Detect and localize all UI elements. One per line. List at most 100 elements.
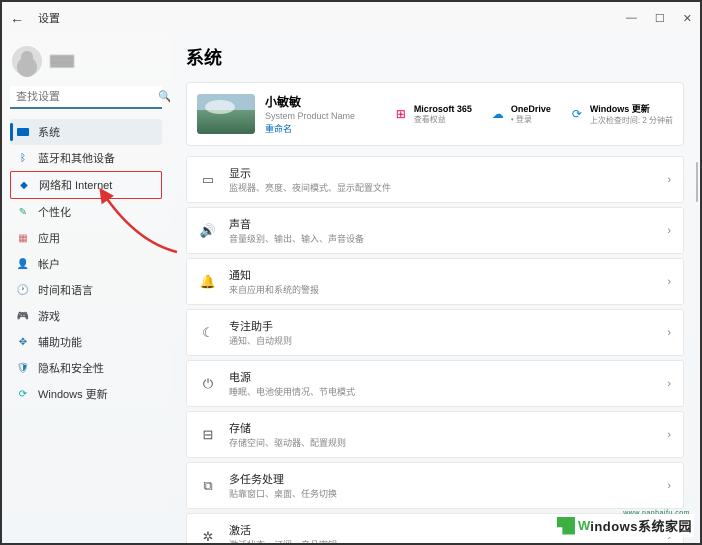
sound-icon: 🔊 <box>199 222 217 240</box>
chevron-right-icon: › <box>667 276 671 288</box>
search-box[interactable]: 🔍 <box>10 86 162 109</box>
setting-desc: 监视器、亮度、夜间模式、显示配置文件 <box>229 181 655 194</box>
microsoft-365-link[interactable]: ⊞ Microsoft 365查看权益 <box>393 102 472 126</box>
update-icon: ⟳ <box>16 387 30 401</box>
chevron-right-icon: › <box>667 429 671 441</box>
sidebar-item-label: 系统 <box>38 124 60 140</box>
onedrive-link[interactable]: ☁ OneDrive• 登录 <box>490 102 551 126</box>
ms365-icon: ⊞ <box>393 106 409 122</box>
sidebar-item-label: 游戏 <box>38 308 60 324</box>
privacy-icon: 🛡 <box>16 361 30 375</box>
multitasking-icon: ⧉ <box>199 477 217 495</box>
user-name: ▓▓▓ <box>50 55 74 67</box>
avatar <box>12 46 42 76</box>
sidebar-item-label: 时间和语言 <box>38 282 93 298</box>
setting-title: 存储 <box>229 420 655 436</box>
back-button[interactable]: ← <box>10 10 34 26</box>
sidebar-item-label: Windows 更新 <box>38 386 108 402</box>
setting-desc: 睡眠、电池使用情况、节电模式 <box>229 385 655 398</box>
accounts-icon: 👤 <box>16 257 30 271</box>
gaming-icon: 🎮 <box>16 309 30 323</box>
setting-title: 通知 <box>229 267 655 283</box>
sidebar-item-label: 辅助功能 <box>38 334 82 350</box>
onedrive-icon: ☁ <box>490 106 506 122</box>
sidebar-item-label: 网络和 Internet <box>39 177 112 193</box>
setting-row-display[interactable]: ▭ 显示监视器、亮度、夜间模式、显示配置文件 › <box>186 156 684 203</box>
rename-link[interactable]: 重命名 <box>265 122 375 135</box>
window-title: 设置 <box>38 10 60 26</box>
network-icon: ◆ <box>17 178 31 192</box>
maximize-button[interactable]: ☐ <box>655 12 665 25</box>
scrollbar[interactable] <box>696 162 698 202</box>
time-icon: 🕐 <box>16 283 30 297</box>
power-icon: ⏻ <box>199 375 217 393</box>
setting-row-sound[interactable]: 🔊 声音音量级别、输出、输入、声音设备 › <box>186 207 684 254</box>
update-icon: ⟳ <box>569 106 585 122</box>
setting-desc: 存储空间、驱动器、配置规则 <box>229 436 655 449</box>
personalization-icon: ✎ <box>16 205 30 219</box>
setting-title: 多任务处理 <box>229 471 655 487</box>
main-content: 系统 小敏敏 System Product Name 重命名 ⊞ Microso… <box>170 34 700 543</box>
watermark-logo-icon <box>557 517 575 535</box>
search-input[interactable] <box>16 91 158 103</box>
setting-row-storage[interactable]: ⊟ 存储存储空间、驱动器、配置规则 › <box>186 411 684 458</box>
setting-title: 声音 <box>229 216 655 232</box>
user-profile[interactable]: ▓▓▓ <box>10 42 162 86</box>
setting-title: 电源 <box>229 369 655 385</box>
sidebar-item-network[interactable]: ◆ 网络和 Internet <box>10 171 162 199</box>
setting-desc: 音量级别、输出、输入、声音设备 <box>229 232 655 245</box>
desktop-thumbnail <box>197 94 255 134</box>
watermark: Windows系统家园 <box>557 514 694 537</box>
sidebar-item-system[interactable]: 系统 <box>10 119 162 145</box>
storage-icon: ⊟ <box>199 426 217 444</box>
setting-row-power[interactable]: ⏻ 电源睡眠、电池使用情况、节电模式 › <box>186 360 684 407</box>
setting-title: 专注助手 <box>229 318 655 334</box>
bluetooth-icon: ᛒ <box>16 151 30 165</box>
device-header: 小敏敏 System Product Name 重命名 ⊞ Microsoft … <box>186 82 684 146</box>
sidebar-item-accessibility[interactable]: ✥ 辅助功能 <box>10 329 162 355</box>
setting-row-multitasking[interactable]: ⧉ 多任务处理贴靠窗口、桌面、任务切换 › <box>186 462 684 509</box>
setting-title: 显示 <box>229 165 655 181</box>
watermark-text: indows系统家园 <box>590 516 692 535</box>
chevron-right-icon: › <box>667 378 671 390</box>
watermark-brand: W <box>578 518 590 533</box>
sidebar-item-time-language[interactable]: 🕐 时间和语言 <box>10 277 162 303</box>
accessibility-icon: ✥ <box>16 335 30 349</box>
sidebar-item-label: 个性化 <box>38 204 71 220</box>
system-icon <box>16 125 30 139</box>
page-title: 系统 <box>186 44 684 70</box>
windows-update-link[interactable]: ⟳ Windows 更新上次检查时间: 2 分钟前 <box>569 102 673 126</box>
display-icon: ▭ <box>199 171 217 189</box>
sidebar-item-label: 蓝牙和其他设备 <box>38 150 115 166</box>
chevron-right-icon: › <box>667 327 671 339</box>
sidebar-item-label: 帐户 <box>38 256 60 272</box>
chevron-right-icon: › <box>667 174 671 186</box>
activation-icon: ✲ <box>199 528 217 544</box>
setting-desc: 贴靠窗口、桌面、任务切换 <box>229 487 655 500</box>
minimize-button[interactable]: — <box>626 12 637 25</box>
focus-assist-icon: ☾ <box>199 324 217 342</box>
sidebar: ▓▓▓ 🔍 系统 ᛒ 蓝牙和其他设备 ◆ 网络和 Internet ✎ 个性化 … <box>2 34 170 543</box>
sidebar-item-label: 隐私和安全性 <box>38 360 104 376</box>
notifications-icon: 🔔 <box>199 273 217 291</box>
sidebar-item-gaming[interactable]: 🎮 游戏 <box>10 303 162 329</box>
sidebar-item-bluetooth[interactable]: ᛒ 蓝牙和其他设备 <box>10 145 162 171</box>
sidebar-item-label: 应用 <box>38 230 60 246</box>
apps-icon: ▦ <box>16 231 30 245</box>
titlebar: ← 设置 — ☐ ✕ <box>2 2 700 34</box>
chevron-right-icon: › <box>667 225 671 237</box>
sidebar-item-privacy[interactable]: 🛡 隐私和安全性 <box>10 355 162 381</box>
close-button[interactable]: ✕ <box>683 12 692 25</box>
sidebar-item-apps[interactable]: ▦ 应用 <box>10 225 162 251</box>
chevron-right-icon: › <box>667 480 671 492</box>
sidebar-item-windows-update[interactable]: ⟳ Windows 更新 <box>10 381 162 407</box>
sidebar-item-personalization[interactable]: ✎ 个性化 <box>10 199 162 225</box>
setting-desc: 激活状态、订阅、产品密钥 <box>229 538 655 543</box>
setting-row-notifications[interactable]: 🔔 通知来自应用和系统的警报 › <box>186 258 684 305</box>
device-product: System Product Name <box>265 111 375 121</box>
device-name: 小敏敏 <box>265 93 375 110</box>
setting-row-focus-assist[interactable]: ☾ 专注助手通知、自动规则 › <box>186 309 684 356</box>
setting-desc: 通知、自动规则 <box>229 334 655 347</box>
sidebar-item-accounts[interactable]: 👤 帐户 <box>10 251 162 277</box>
setting-desc: 来自应用和系统的警报 <box>229 283 655 296</box>
